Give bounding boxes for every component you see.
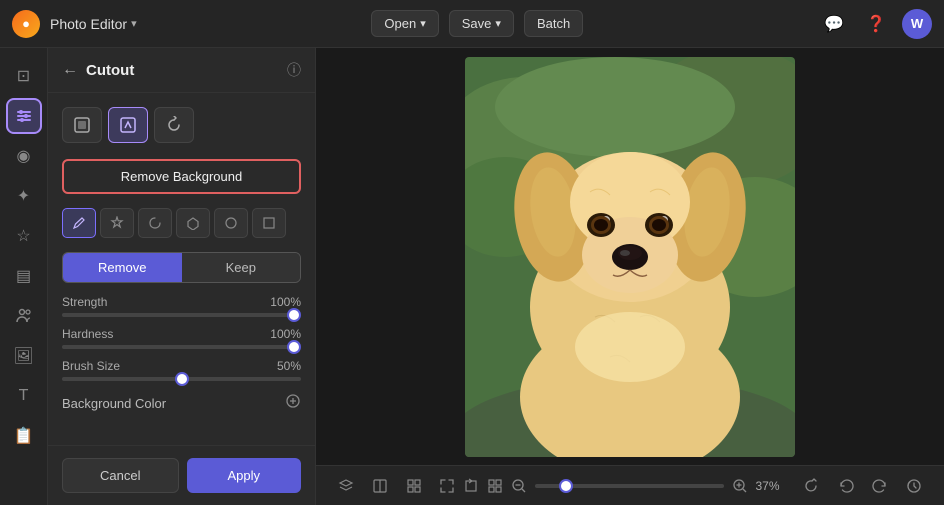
zoom-in-btn[interactable]: [732, 472, 748, 500]
cutout-edit-btn[interactable]: [108, 107, 148, 143]
main-content: ⊡ ◉ ✦ ☆ ▤ 🖼 T 📋: [0, 48, 944, 505]
keep-label: Keep: [226, 260, 256, 275]
brush-magic-btn[interactable]: [100, 208, 134, 238]
info-button[interactable]: ⓘ: [287, 60, 301, 80]
bg-color-row: Background Color: [62, 393, 301, 413]
brush-polygon-btn[interactable]: [176, 208, 210, 238]
help-icon-button[interactable]: ❓: [860, 8, 892, 40]
sidebar-item-view[interactable]: ◉: [6, 138, 42, 174]
apply-button[interactable]: Apply: [187, 458, 302, 493]
brush-size-slider[interactable]: [62, 377, 301, 381]
hardness-slider-row: Hardness 100%: [62, 327, 301, 349]
sidebar-item-adjustments[interactable]: [6, 98, 42, 134]
icon-bar: ⊡ ◉ ✦ ☆ ▤ 🖼 T 📋: [0, 48, 48, 505]
open-chevron: ▾: [420, 17, 426, 30]
apply-label: Apply: [227, 468, 260, 483]
bottom-toolbar: 37%: [316, 465, 944, 505]
hardness-value: 100%: [270, 327, 301, 341]
batch-button[interactable]: Batch: [524, 10, 583, 37]
bottom-right-tools: [798, 472, 928, 500]
brush-size-value: 50%: [277, 359, 301, 373]
back-button[interactable]: ←: [62, 61, 78, 79]
bottom-left-tools: [332, 472, 428, 500]
topbar: ● Photo Editor ▾ Open ▾ Save ▾ Batch 💬 ❓…: [0, 0, 944, 48]
brush-circle-btn[interactable]: [214, 208, 248, 238]
bg-color-label: Background Color: [62, 396, 166, 411]
cutout-original-btn[interactable]: [62, 107, 102, 143]
hardness-slider[interactable]: [62, 345, 301, 349]
brush-size-slider-row: Brush Size 50%: [62, 359, 301, 381]
remove-keep-toggle: Remove Keep: [62, 252, 301, 283]
panel-body: Remove Background: [48, 93, 315, 445]
canvas-image: [465, 57, 795, 457]
brush-pencil-btn[interactable]: [62, 208, 96, 238]
transform-btn[interactable]: [463, 472, 479, 500]
remove-background-button[interactable]: Remove Background: [62, 159, 301, 194]
sliders-section: Strength 100% Hardness 100% Brus: [62, 295, 301, 381]
remove-bg-label: Remove Background: [121, 169, 242, 184]
strength-label: Strength: [62, 295, 107, 309]
save-label: Save: [462, 16, 492, 31]
cancel-button[interactable]: Cancel: [62, 458, 179, 493]
zoom-slider[interactable]: [535, 484, 724, 488]
canvas-area: 37%: [316, 48, 944, 505]
undo-btn[interactable]: [832, 472, 860, 500]
sidebar-item-layers[interactable]: ▤: [6, 258, 42, 294]
panel-title: Cutout: [86, 62, 134, 79]
layers-btn[interactable]: [332, 472, 360, 500]
panel-footer: Cancel Apply: [48, 445, 315, 505]
hardness-label: Hardness: [62, 327, 113, 341]
app-logo: ●: [12, 10, 40, 38]
open-button[interactable]: Open ▾: [371, 10, 438, 37]
arrange-btn[interactable]: [487, 472, 503, 500]
sidebar-item-templates[interactable]: 🖼: [6, 338, 42, 374]
panel: ← Cutout ⓘ: [48, 48, 316, 505]
fit-btn[interactable]: [439, 472, 455, 500]
app-title-label: Photo Editor: [50, 16, 127, 32]
keep-toggle-btn[interactable]: Keep: [182, 253, 301, 282]
grid-btn[interactable]: [400, 472, 428, 500]
sidebar-item-people[interactable]: [6, 298, 42, 334]
bg-color-edit-btn[interactable]: [285, 393, 301, 413]
strength-slider[interactable]: [62, 313, 301, 317]
compare-btn[interactable]: [366, 472, 394, 500]
canvas-main: [316, 48, 944, 465]
save-chevron: ▾: [495, 17, 501, 30]
sidebar-item-magic[interactable]: ✦: [6, 178, 42, 214]
sidebar-item-gallery[interactable]: ⊡: [6, 58, 42, 94]
batch-label: Batch: [537, 16, 570, 31]
zoom-out-btn[interactable]: [511, 472, 527, 500]
rotate-btn[interactable]: [798, 472, 826, 500]
avatar: W: [902, 9, 932, 39]
cutout-refresh-btn[interactable]: [154, 107, 194, 143]
remove-toggle-btn[interactable]: Remove: [63, 253, 182, 282]
zoom-level: 37%: [756, 479, 788, 493]
sidebar-item-overlays[interactable]: 📋: [6, 418, 42, 454]
tool-icons-row: [62, 107, 301, 143]
brush-tools-row: [62, 208, 301, 238]
chat-icon-button[interactable]: 💬: [818, 8, 850, 40]
cancel-label: Cancel: [100, 468, 140, 483]
brush-lasso-btn[interactable]: [138, 208, 172, 238]
app-title-chevron: ▾: [131, 17, 137, 30]
redo-btn[interactable]: [866, 472, 894, 500]
remove-label: Remove: [98, 260, 146, 275]
open-label: Open: [384, 16, 416, 31]
brush-rect-btn[interactable]: [252, 208, 286, 238]
history-btn[interactable]: [900, 472, 928, 500]
save-button[interactable]: Save ▾: [449, 10, 514, 37]
strength-value: 100%: [270, 295, 301, 309]
app-title-button[interactable]: Photo Editor ▾: [50, 16, 137, 32]
brush-size-label: Brush Size: [62, 359, 120, 373]
sidebar-item-text[interactable]: T: [6, 378, 42, 414]
sidebar-item-effects[interactable]: ☆: [6, 218, 42, 254]
bottom-center-tools: 37%: [439, 472, 788, 500]
strength-slider-row: Strength 100%: [62, 295, 301, 317]
panel-header: ← Cutout ⓘ: [48, 48, 315, 93]
